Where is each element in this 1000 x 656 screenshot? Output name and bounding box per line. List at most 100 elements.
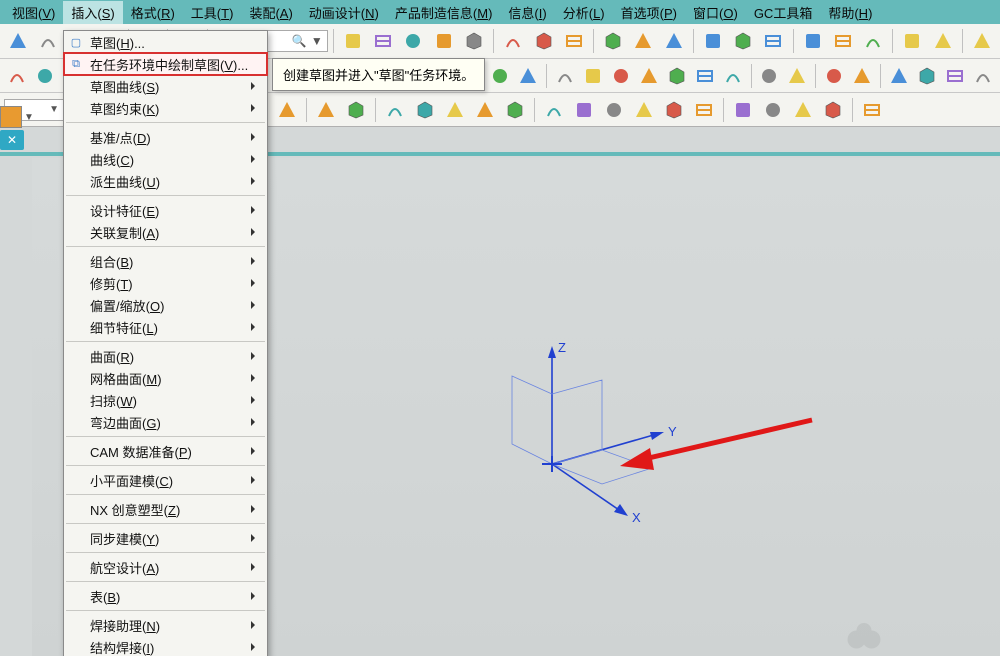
tool-cube-teal[interactable] bbox=[369, 26, 397, 56]
menu-H[interactable]: 帮助(H) bbox=[820, 1, 880, 24]
tool-sh-diag[interactable] bbox=[411, 96, 439, 124]
menu-item-在任务环境中绘制草图V[interactable]: ⧉在任务环境中绘制草图(V)... bbox=[64, 53, 267, 75]
menu-O[interactable]: 窗口(O) bbox=[685, 1, 746, 24]
tool-crv-a[interactable] bbox=[540, 96, 568, 124]
tool-plane-xy[interactable] bbox=[659, 26, 687, 56]
tool-axes-xyz[interactable] bbox=[599, 26, 627, 56]
tool-plane-b[interactable] bbox=[729, 26, 757, 56]
menu-M[interactable]: 产品制造信息(M) bbox=[387, 1, 501, 24]
tool-sh-box[interactable] bbox=[381, 96, 409, 124]
menu-item-曲面R[interactable]: 曲面(R) bbox=[64, 345, 267, 367]
menu-item-基准点D[interactable]: 基准/点(D) bbox=[64, 126, 267, 148]
tool-axes-abc[interactable] bbox=[699, 26, 727, 56]
tool-line-y[interactable] bbox=[471, 96, 499, 124]
tool-home[interactable] bbox=[4, 61, 30, 91]
tool-ball-y[interactable] bbox=[32, 61, 58, 91]
tool-draft-c[interactable] bbox=[608, 61, 634, 91]
tool-draft-g[interactable] bbox=[720, 61, 746, 91]
tool-sh-grid[interactable] bbox=[441, 96, 469, 124]
tool-sec-a[interactable] bbox=[756, 61, 782, 91]
menu-item-派生曲线U[interactable]: 派生曲线(U) bbox=[64, 170, 267, 192]
menu-item-小平面建模C[interactable]: 小平面建模(C) bbox=[64, 469, 267, 491]
tool-body-a[interactable] bbox=[968, 26, 996, 56]
close-tab-button[interactable]: ✕ bbox=[0, 130, 24, 150]
menu-I[interactable]: 信息(I) bbox=[500, 1, 554, 24]
tool-draft-d[interactable] bbox=[636, 61, 662, 91]
tool-crv-c[interactable] bbox=[600, 96, 628, 124]
tool-thr-a[interactable] bbox=[886, 61, 912, 91]
tool-crv-f[interactable] bbox=[690, 96, 718, 124]
tool-thr-d[interactable] bbox=[970, 61, 996, 91]
menu-item-修剪T[interactable]: 修剪(T) bbox=[64, 272, 267, 294]
tool-pt-b[interactable] bbox=[859, 26, 887, 56]
tool-dim-a[interactable] bbox=[729, 96, 757, 124]
menu-item-设计特征E[interactable]: 设计特征(E) bbox=[64, 199, 267, 221]
tool-crv-e[interactable] bbox=[660, 96, 688, 124]
tool-plane-fit[interactable] bbox=[629, 26, 657, 56]
tool-flag-g[interactable] bbox=[898, 26, 926, 56]
tool-snap-c[interactable] bbox=[273, 96, 301, 124]
tool-cube-dd[interactable] bbox=[430, 26, 458, 56]
menu-item-焊接助理N[interactable]: 焊接助理(N) bbox=[64, 614, 267, 636]
tool-crv-d[interactable] bbox=[630, 96, 658, 124]
tool-cyl-small[interactable] bbox=[560, 26, 588, 56]
menu-T[interactable]: 工具(T) bbox=[183, 1, 242, 24]
menu-item-表B[interactable]: 表(B) bbox=[64, 585, 267, 607]
menu-item-偏置缩放O[interactable]: 偏置/缩放(O) bbox=[64, 294, 267, 316]
menu-N[interactable]: 动画设计(N) bbox=[301, 1, 387, 24]
menu-L[interactable]: 分析(L) bbox=[555, 1, 613, 24]
tool-fill-b[interactable] bbox=[849, 61, 875, 91]
menu-item-NX创意塑型Z[interactable]: NX 创意塑型(Z) bbox=[64, 498, 267, 520]
menu-item-关联复制A[interactable]: 关联复制(A) bbox=[64, 221, 267, 243]
menu-item-曲线C[interactable]: 曲线(C) bbox=[64, 148, 267, 170]
tool-thr-b[interactable] bbox=[914, 61, 940, 91]
menu-S[interactable]: 插入(S) bbox=[63, 1, 122, 24]
tool-line-b2[interactable] bbox=[501, 96, 529, 124]
menu-R[interactable]: 格式(R) bbox=[123, 1, 183, 24]
menu-item-扫掠W[interactable]: 扫掠(W) bbox=[64, 389, 267, 411]
tool-crv-b[interactable] bbox=[570, 96, 598, 124]
menu-GC工具箱[interactable]: GC工具箱 bbox=[746, 1, 821, 24]
tool-plane-c[interactable] bbox=[759, 26, 787, 56]
menu-item-组合B[interactable]: 组合(B) bbox=[64, 250, 267, 272]
tool-dim-b[interactable] bbox=[759, 96, 787, 124]
tool-sec-b[interactable] bbox=[784, 61, 810, 91]
tool-hex-d[interactable] bbox=[515, 61, 541, 91]
tool-draft-e[interactable] bbox=[664, 61, 690, 91]
tool-cone-y[interactable] bbox=[499, 26, 527, 56]
tool-cube-orange[interactable] bbox=[339, 26, 367, 56]
menu-item-草图约束K[interactable]: 草图约束(K) bbox=[64, 97, 267, 119]
tool-csys[interactable] bbox=[798, 26, 826, 56]
tool-line-a[interactable] bbox=[312, 96, 340, 124]
tool-draft-a[interactable] bbox=[552, 61, 578, 91]
tool-flag-o[interactable] bbox=[929, 26, 957, 56]
tool-dim-d[interactable] bbox=[819, 96, 847, 124]
menu-item-航空设计A[interactable]: 航空设计(A) bbox=[64, 556, 267, 578]
menu-item-CAM数据准备P[interactable]: CAM 数据准备(P) bbox=[64, 440, 267, 462]
tool-line-b[interactable] bbox=[342, 96, 370, 124]
tool-cyl-hole[interactable] bbox=[529, 26, 557, 56]
menu-item-草图曲线S[interactable]: 草图曲线(S) bbox=[64, 75, 267, 97]
menu-item-同步建模Y[interactable]: 同步建模(Y) bbox=[64, 527, 267, 549]
menu-item-结构焊接I[interactable]: 结构焊接(I) bbox=[64, 636, 267, 656]
menu-A[interactable]: 装配(A) bbox=[241, 1, 300, 24]
tool-cube-wire[interactable] bbox=[460, 26, 488, 56]
tool-hatch[interactable] bbox=[858, 96, 886, 124]
menu-item-弯边曲面G[interactable]: 弯边曲面(G) bbox=[64, 411, 267, 433]
tool-dim-c[interactable] bbox=[789, 96, 817, 124]
menu-item-草图H[interactable]: ▢草图(H)... bbox=[64, 31, 267, 53]
tool-fill-a[interactable] bbox=[821, 61, 847, 91]
tool-thr-c[interactable] bbox=[942, 61, 968, 91]
tool-draft-f[interactable] bbox=[692, 61, 718, 91]
menu-item-网格曲面M[interactable]: 网格曲面(M) bbox=[64, 367, 267, 389]
tool-open[interactable] bbox=[4, 26, 32, 56]
chip-a[interactable] bbox=[0, 106, 22, 128]
menu-P[interactable]: 首选项(P) bbox=[613, 1, 685, 24]
menu-item-细节特征L[interactable]: 细节特征(L) bbox=[64, 316, 267, 338]
tool-save[interactable] bbox=[34, 26, 62, 56]
menu-V[interactable]: 视图(V) bbox=[4, 1, 63, 24]
tool-cube-green[interactable] bbox=[399, 26, 427, 56]
tool-pt-a[interactable] bbox=[829, 26, 857, 56]
tool-draft-b[interactable] bbox=[580, 61, 606, 91]
tool-hex-c[interactable] bbox=[487, 61, 513, 91]
